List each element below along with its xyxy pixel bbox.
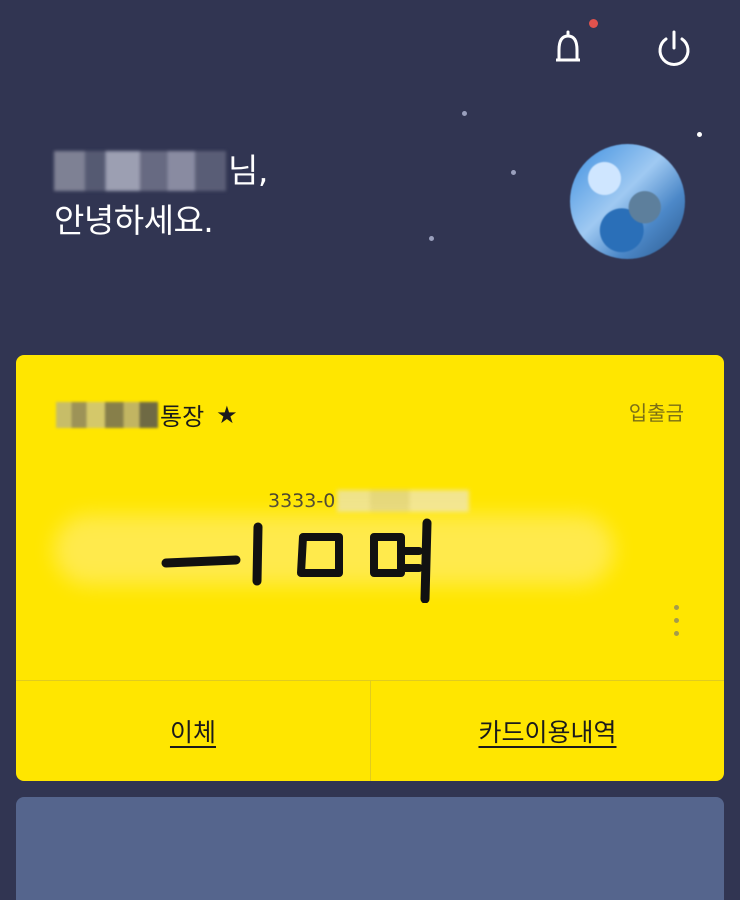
greeting-name-suffix: 님, [228,151,268,190]
decorative-star [697,132,702,137]
avatar[interactable] [570,144,685,259]
account-title: 통장 ★ [56,397,238,432]
favorite-star-icon[interactable]: ★ [216,401,238,429]
account-card[interactable]: 통장 ★ 입출금 3333-0 이체 카드이용내역 [16,355,724,781]
greeting-message: 안녕하세요. [54,201,214,240]
account-number: 3333-0 [268,490,470,512]
more-options-icon[interactable] [674,605,680,644]
blurred-user-name [54,151,226,191]
power-icon[interactable] [652,26,696,70]
notification-badge [589,19,598,28]
greeting: 님, 안녕하세요. [54,146,268,246]
transfer-button[interactable]: 이체 [16,681,370,781]
handwritten-balance [161,518,432,603]
decorative-star [462,111,467,116]
account-number-prefix: 3333-0 [268,490,336,512]
decorative-star [511,170,516,175]
blurred-account-name [56,401,158,428]
blurred-account-number [337,490,470,512]
inout-label[interactable]: 입출금 [629,397,684,426]
next-account-card[interactable] [16,797,724,900]
bell-icon[interactable] [546,26,590,70]
decorative-star [429,236,434,241]
account-name-suffix: 통장 [160,403,205,431]
card-history-button[interactable]: 카드이용내역 [371,681,724,781]
